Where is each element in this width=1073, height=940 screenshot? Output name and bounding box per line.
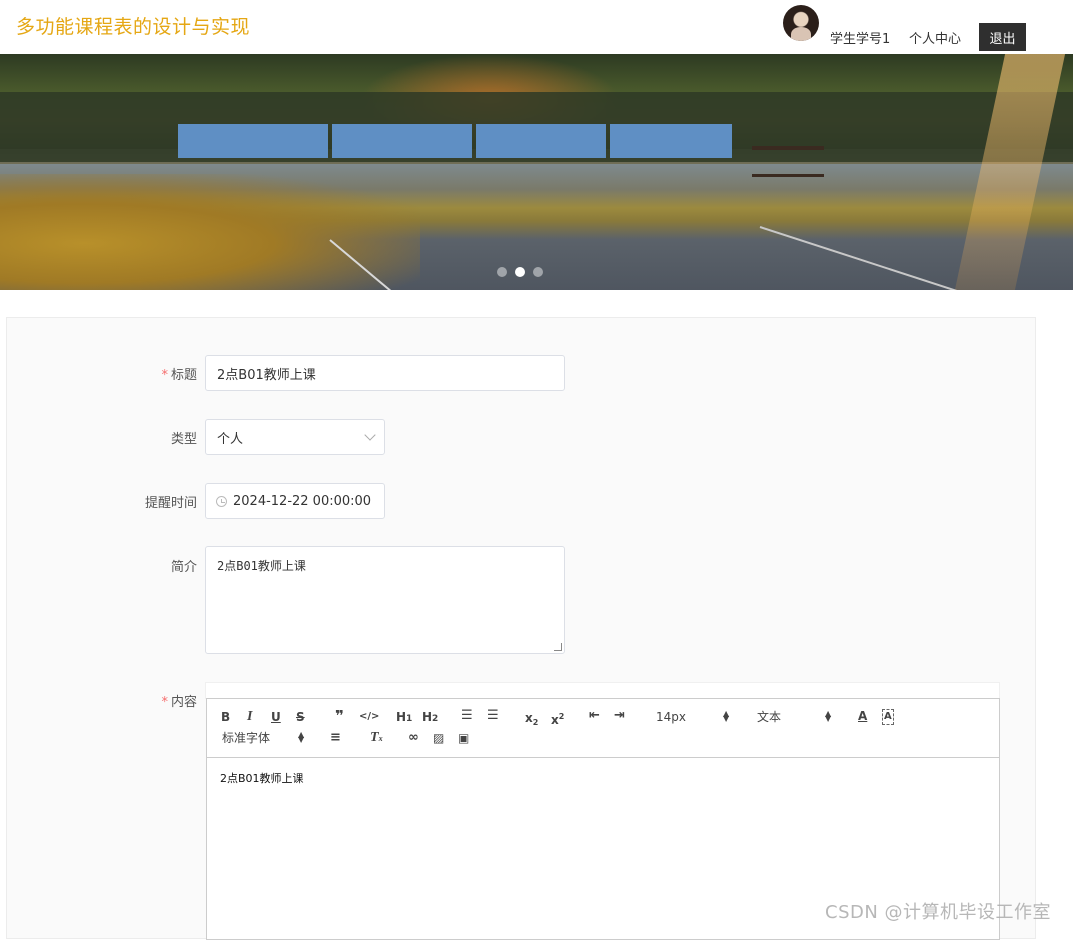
font-family-select-arrow-icon[interactable]: ▲ ▼ <box>298 731 304 744</box>
image-icon[interactable]: ▨ <box>433 731 444 745</box>
code-icon[interactable]: </> <box>359 710 379 724</box>
editor-content[interactable]: 2点B01教师上课 <box>207 758 999 798</box>
header-select[interactable]: 文本 <box>757 710 781 724</box>
intro-textarea[interactable]: 2点B01教师上课 <box>205 546 565 654</box>
type-select[interactable]: 个人 <box>205 419 385 455</box>
required-mark: * <box>161 695 168 710</box>
ordered-list-icon[interactable]: ☰ <box>461 709 473 723</box>
editor-top-bar <box>205 682 1000 699</box>
intro-label: 简介 <box>170 560 197 575</box>
clean-format-icon[interactable]: Tx <box>370 731 383 746</box>
subscript-icon[interactable]: x2 <box>525 711 538 730</box>
type-label: 类型 <box>170 432 197 447</box>
title-input[interactable]: 2点B01教师上课 <box>205 355 565 391</box>
bullet-list-icon[interactable]: ☰ <box>487 709 499 723</box>
banner-fence-panel <box>332 124 472 158</box>
indent-icon[interactable]: ⇥ <box>614 709 625 723</box>
bold-icon[interactable]: B <box>221 710 230 724</box>
align-icon[interactable]: ≡ <box>330 731 341 745</box>
font-size-select-arrow-icon[interactable]: ▲ ▼ <box>723 710 729 723</box>
editor-toolbar: B I U S ❞ </> H1 H2 ☰ ☰ x2 x2 ⇤ ⇥ 14px ▲… <box>207 699 999 758</box>
profile-link[interactable]: 个人中心 <box>909 28 961 47</box>
type-select-value: 个人 <box>217 431 244 447</box>
carousel-dot-2[interactable] <box>515 267 525 277</box>
header1-icon[interactable]: H1 <box>396 710 412 726</box>
title-label: * 标题 <box>161 368 197 383</box>
font-family-select[interactable]: 标准字体 <box>222 731 270 745</box>
quote-icon[interactable]: ❞ <box>335 709 344 724</box>
link-icon[interactable]: ∞ <box>408 731 419 745</box>
username-label: 学生学号1 <box>830 32 891 47</box>
carousel-dot-3[interactable] <box>533 267 543 277</box>
underline-icon[interactable]: U <box>271 710 281 724</box>
banner-bench <box>752 146 824 177</box>
header-select-arrow-icon[interactable]: ▲ ▼ <box>825 710 831 723</box>
content-label: * 内容 <box>161 695 197 710</box>
banner-carousel <box>0 54 1073 290</box>
resize-handle-icon[interactable] <box>554 643 562 651</box>
font-color-icon[interactable]: A <box>858 709 867 723</box>
editor-content-text: 2点B01教师上课 <box>220 772 304 785</box>
site-title: 多功能课程表的设计与实现 <box>16 16 251 38</box>
banner-fence-panel <box>610 124 732 158</box>
logout-button[interactable]: 退出 <box>979 23 1026 51</box>
banner-leaves <box>0 174 420 290</box>
intro-textarea-value: 2点B01教师上课 <box>217 559 306 573</box>
background-color-icon[interactable]: A <box>882 709 894 725</box>
time-picker[interactable]: 2024-12-22 00:00:00 <box>205 483 385 519</box>
carousel-dot-1[interactable] <box>497 267 507 277</box>
clock-icon <box>216 495 227 507</box>
avatar[interactable] <box>783 5 819 41</box>
carousel-indicators <box>497 267 543 277</box>
header2-icon[interactable]: H2 <box>422 710 438 726</box>
superscript-icon[interactable]: x2 <box>551 710 564 727</box>
font-size-select[interactable]: 14px <box>656 710 686 724</box>
outdent-icon[interactable]: ⇤ <box>589 709 600 723</box>
video-icon[interactable]: ▣ <box>458 731 469 745</box>
title-input-value: 2点B01教师上课 <box>217 367 316 383</box>
required-mark: * <box>161 368 168 383</box>
strike-icon[interactable]: S <box>296 710 305 724</box>
time-picker-value: 2024-12-22 00:00:00 <box>233 493 372 509</box>
chevron-down-icon <box>364 429 376 441</box>
italic-icon[interactable]: I <box>247 710 252 724</box>
watermark: CSDN @计算机毕设工作室 <box>825 902 1052 923</box>
banner-fence-panel <box>178 124 328 158</box>
time-label: 提醒时间 <box>144 496 197 511</box>
header: 多功能课程表的设计与实现 学生学号1 个人中心 退出 <box>0 0 1073 54</box>
banner-fence-panel <box>476 124 606 158</box>
form-panel: * 标题 2点B01教师上课 类型 个人 提醒时间 2024-12-22 00:0… <box>6 317 1036 940</box>
